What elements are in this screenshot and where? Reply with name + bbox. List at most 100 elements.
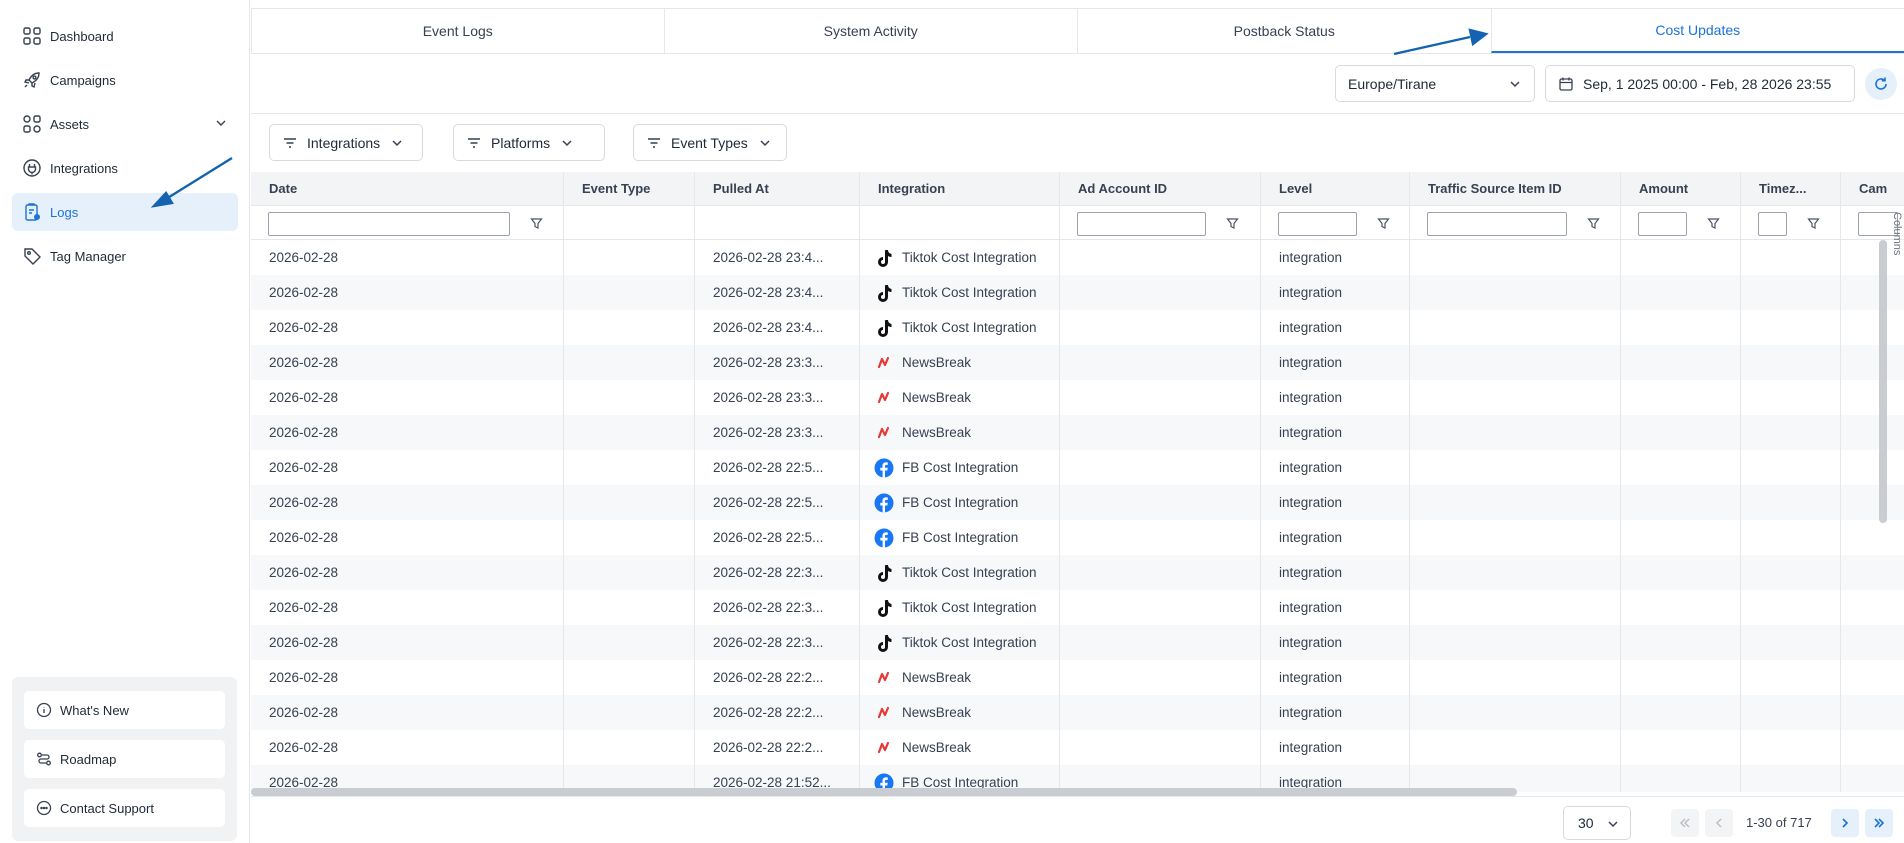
cell-timezone: [1740, 310, 1840, 345]
refresh-button[interactable]: [1865, 68, 1897, 100]
whats-new-button[interactable]: What's New: [24, 691, 225, 729]
cell-pulled-at: 2026-02-28 22:3...: [694, 625, 859, 660]
cell-ad-account: [1059, 240, 1260, 275]
cell-pulled-at: 2026-02-28 23:3...: [694, 345, 859, 380]
cell-level: integration: [1260, 660, 1409, 695]
table-row[interactable]: 2026-02-28 2026-02-28 23:4... Tiktok Cost …: [251, 275, 1904, 310]
amount-filter-input[interactable]: [1638, 212, 1687, 236]
next-page-button[interactable]: [1831, 809, 1859, 837]
column-header-integration[interactable]: Integration: [859, 172, 1059, 206]
table-row[interactable]: 2026-02-28 2026-02-28 22:5... FB Cost Inte…: [251, 450, 1904, 485]
tab-cost-updates[interactable]: Cost Updates: [1490, 9, 1904, 53]
refresh-icon: [1875, 77, 1887, 90]
cell-event-type: [563, 310, 694, 345]
integration-name: Tiktok Cost Integration: [902, 250, 1037, 265]
column-header-pulled-at[interactable]: Pulled At: [694, 172, 859, 206]
cell-level: integration: [1260, 450, 1409, 485]
cell-traffic-source: [1409, 345, 1620, 380]
filter-lines-icon: [648, 137, 660, 148]
timezone-select[interactable]: Europe/Tirane: [1335, 65, 1535, 102]
cell-event-type: [563, 345, 694, 380]
funnel-icon[interactable]: [1807, 217, 1820, 230]
table-row[interactable]: 2026-02-28 2026-02-28 22:5... FB Cost Inte…: [251, 520, 1904, 555]
date-filter-input[interactable]: [268, 212, 510, 236]
column-header-timezone[interactable]: Timez...: [1740, 172, 1840, 206]
cell-campaign: [1840, 275, 1904, 310]
cell-amount: [1620, 765, 1740, 792]
level-filter-input[interactable]: [1278, 212, 1357, 236]
table-row[interactable]: 2026-02-28 2026-02-28 23:4... Tiktok Cost …: [251, 240, 1904, 275]
funnel-icon[interactable]: [1226, 217, 1239, 230]
table-row[interactable]: 2026-02-28 2026-02-28 23:3... NewsBreak int…: [251, 415, 1904, 450]
sidebar-item-campaigns[interactable]: Campaigns: [12, 61, 238, 99]
vertical-scrollbar[interactable]: [1879, 240, 1887, 523]
sidebar-item-tag-manager[interactable]: Tag Manager: [12, 237, 238, 275]
table-row[interactable]: 2026-02-28 2026-02-28 22:5... FB Cost Inte…: [251, 485, 1904, 520]
cell-date: 2026-02-28: [269, 600, 339, 615]
table-row[interactable]: 2026-02-28 2026-02-28 22:2... NewsBreak int…: [251, 695, 1904, 730]
traffic-source-filter-input[interactable]: [1427, 212, 1567, 236]
date-range-picker[interactable]: Sep, 1 2025 00:00 - Feb, 28 2026 23:55: [1545, 65, 1855, 102]
funnel-icon[interactable]: [1707, 217, 1720, 230]
cell-event-type: [563, 240, 694, 275]
cell-amount: [1620, 695, 1740, 730]
column-header-ad-account-id[interactable]: Ad Account ID: [1059, 172, 1260, 206]
table-row[interactable]: 2026-02-28 2026-02-28 23:4... Tiktok Cost …: [251, 310, 1904, 345]
sidebar-item-dashboard[interactable]: Dashboard: [12, 17, 238, 55]
cell-ad-account: [1059, 625, 1260, 660]
funnel-icon[interactable]: [1587, 217, 1600, 230]
column-header-level[interactable]: Level: [1260, 172, 1409, 206]
cell-timezone: [1740, 730, 1840, 765]
table-row[interactable]: 2026-02-28 2026-02-28 22:3... Tiktok Cost …: [251, 625, 1904, 660]
chevron-down-icon: [1608, 821, 1618, 828]
page-range-text: 1-30 of 717: [1746, 815, 1812, 830]
cell-date: 2026-02-28: [269, 565, 339, 580]
cell-ad-account: [1059, 695, 1260, 730]
funnel-icon[interactable]: [1377, 217, 1390, 230]
help-panel: What's New Roadmap Contact Support: [12, 677, 237, 841]
table-row[interactable]: 2026-02-28 2026-02-28 23:3... NewsBreak int…: [251, 380, 1904, 415]
columns-side-panel-toggle[interactable]: Columns: [1891, 212, 1903, 255]
platforms-filter[interactable]: Platforms: [453, 124, 605, 161]
sidebar-item-assets[interactable]: Assets: [12, 105, 238, 143]
sidebar-item-logs[interactable]: Logs: [12, 193, 238, 231]
table-row[interactable]: 2026-02-28 2026-02-28 22:2... NewsBreak int…: [251, 660, 1904, 695]
roadmap-button[interactable]: Roadmap: [24, 740, 225, 778]
grid-icon: [23, 27, 41, 45]
timezone-filter-input[interactable]: [1758, 212, 1787, 236]
tab-system-activity[interactable]: System Activity: [663, 9, 1078, 53]
column-header-traffic-source-item-id[interactable]: Traffic Source Item ID: [1409, 172, 1620, 206]
first-page-button[interactable]: [1671, 809, 1699, 837]
integration-name: NewsBreak: [902, 705, 972, 720]
column-header-campaign[interactable]: Cam: [1840, 172, 1904, 206]
column-header-amount[interactable]: Amount: [1620, 172, 1740, 206]
cell-amount: [1620, 590, 1740, 625]
table-row[interactable]: 2026-02-28 2026-02-28 23:3... NewsBreak int…: [251, 345, 1904, 380]
page-size-select[interactable]: 30: [1563, 806, 1631, 840]
tab-event-logs[interactable]: Event Logs: [251, 9, 664, 53]
previous-page-button[interactable]: [1705, 809, 1733, 837]
integration-name: NewsBreak: [902, 670, 972, 685]
integration-name: Tiktok Cost Integration: [902, 565, 1037, 580]
table-row[interactable]: 2026-02-28 2026-02-28 22:2... NewsBreak int…: [251, 730, 1904, 765]
cell-amount: [1620, 345, 1740, 380]
contact-support-button[interactable]: Contact Support: [24, 789, 225, 827]
cell-date: 2026-02-28: [269, 460, 339, 475]
column-header-event-type[interactable]: Event Type: [563, 172, 694, 206]
funnel-icon[interactable]: [530, 217, 543, 230]
horizontal-scrollbar[interactable]: [251, 788, 1517, 796]
event-types-filter[interactable]: Event Types: [633, 124, 787, 161]
tab-postback-status[interactable]: Postback Status: [1077, 9, 1491, 53]
cell-amount: [1620, 520, 1740, 555]
sidebar-item-integrations[interactable]: Integrations: [12, 149, 238, 187]
cell-date: 2026-02-28: [269, 740, 339, 755]
column-header-date[interactable]: Date: [251, 172, 563, 206]
last-page-button[interactable]: [1865, 809, 1893, 837]
table-row[interactable]: 2026-02-28 2026-02-28 22:3... Tiktok Cost …: [251, 590, 1904, 625]
table-row[interactable]: 2026-02-28 2026-02-28 22:3... Tiktok Cost …: [251, 555, 1904, 590]
cell-amount: [1620, 555, 1740, 590]
ad-account-filter-input[interactable]: [1077, 212, 1206, 236]
timezone-filter-cell: [1740, 206, 1840, 240]
integrations-filter[interactable]: Integrations: [269, 124, 423, 161]
page-size-value: 30: [1578, 815, 1594, 831]
